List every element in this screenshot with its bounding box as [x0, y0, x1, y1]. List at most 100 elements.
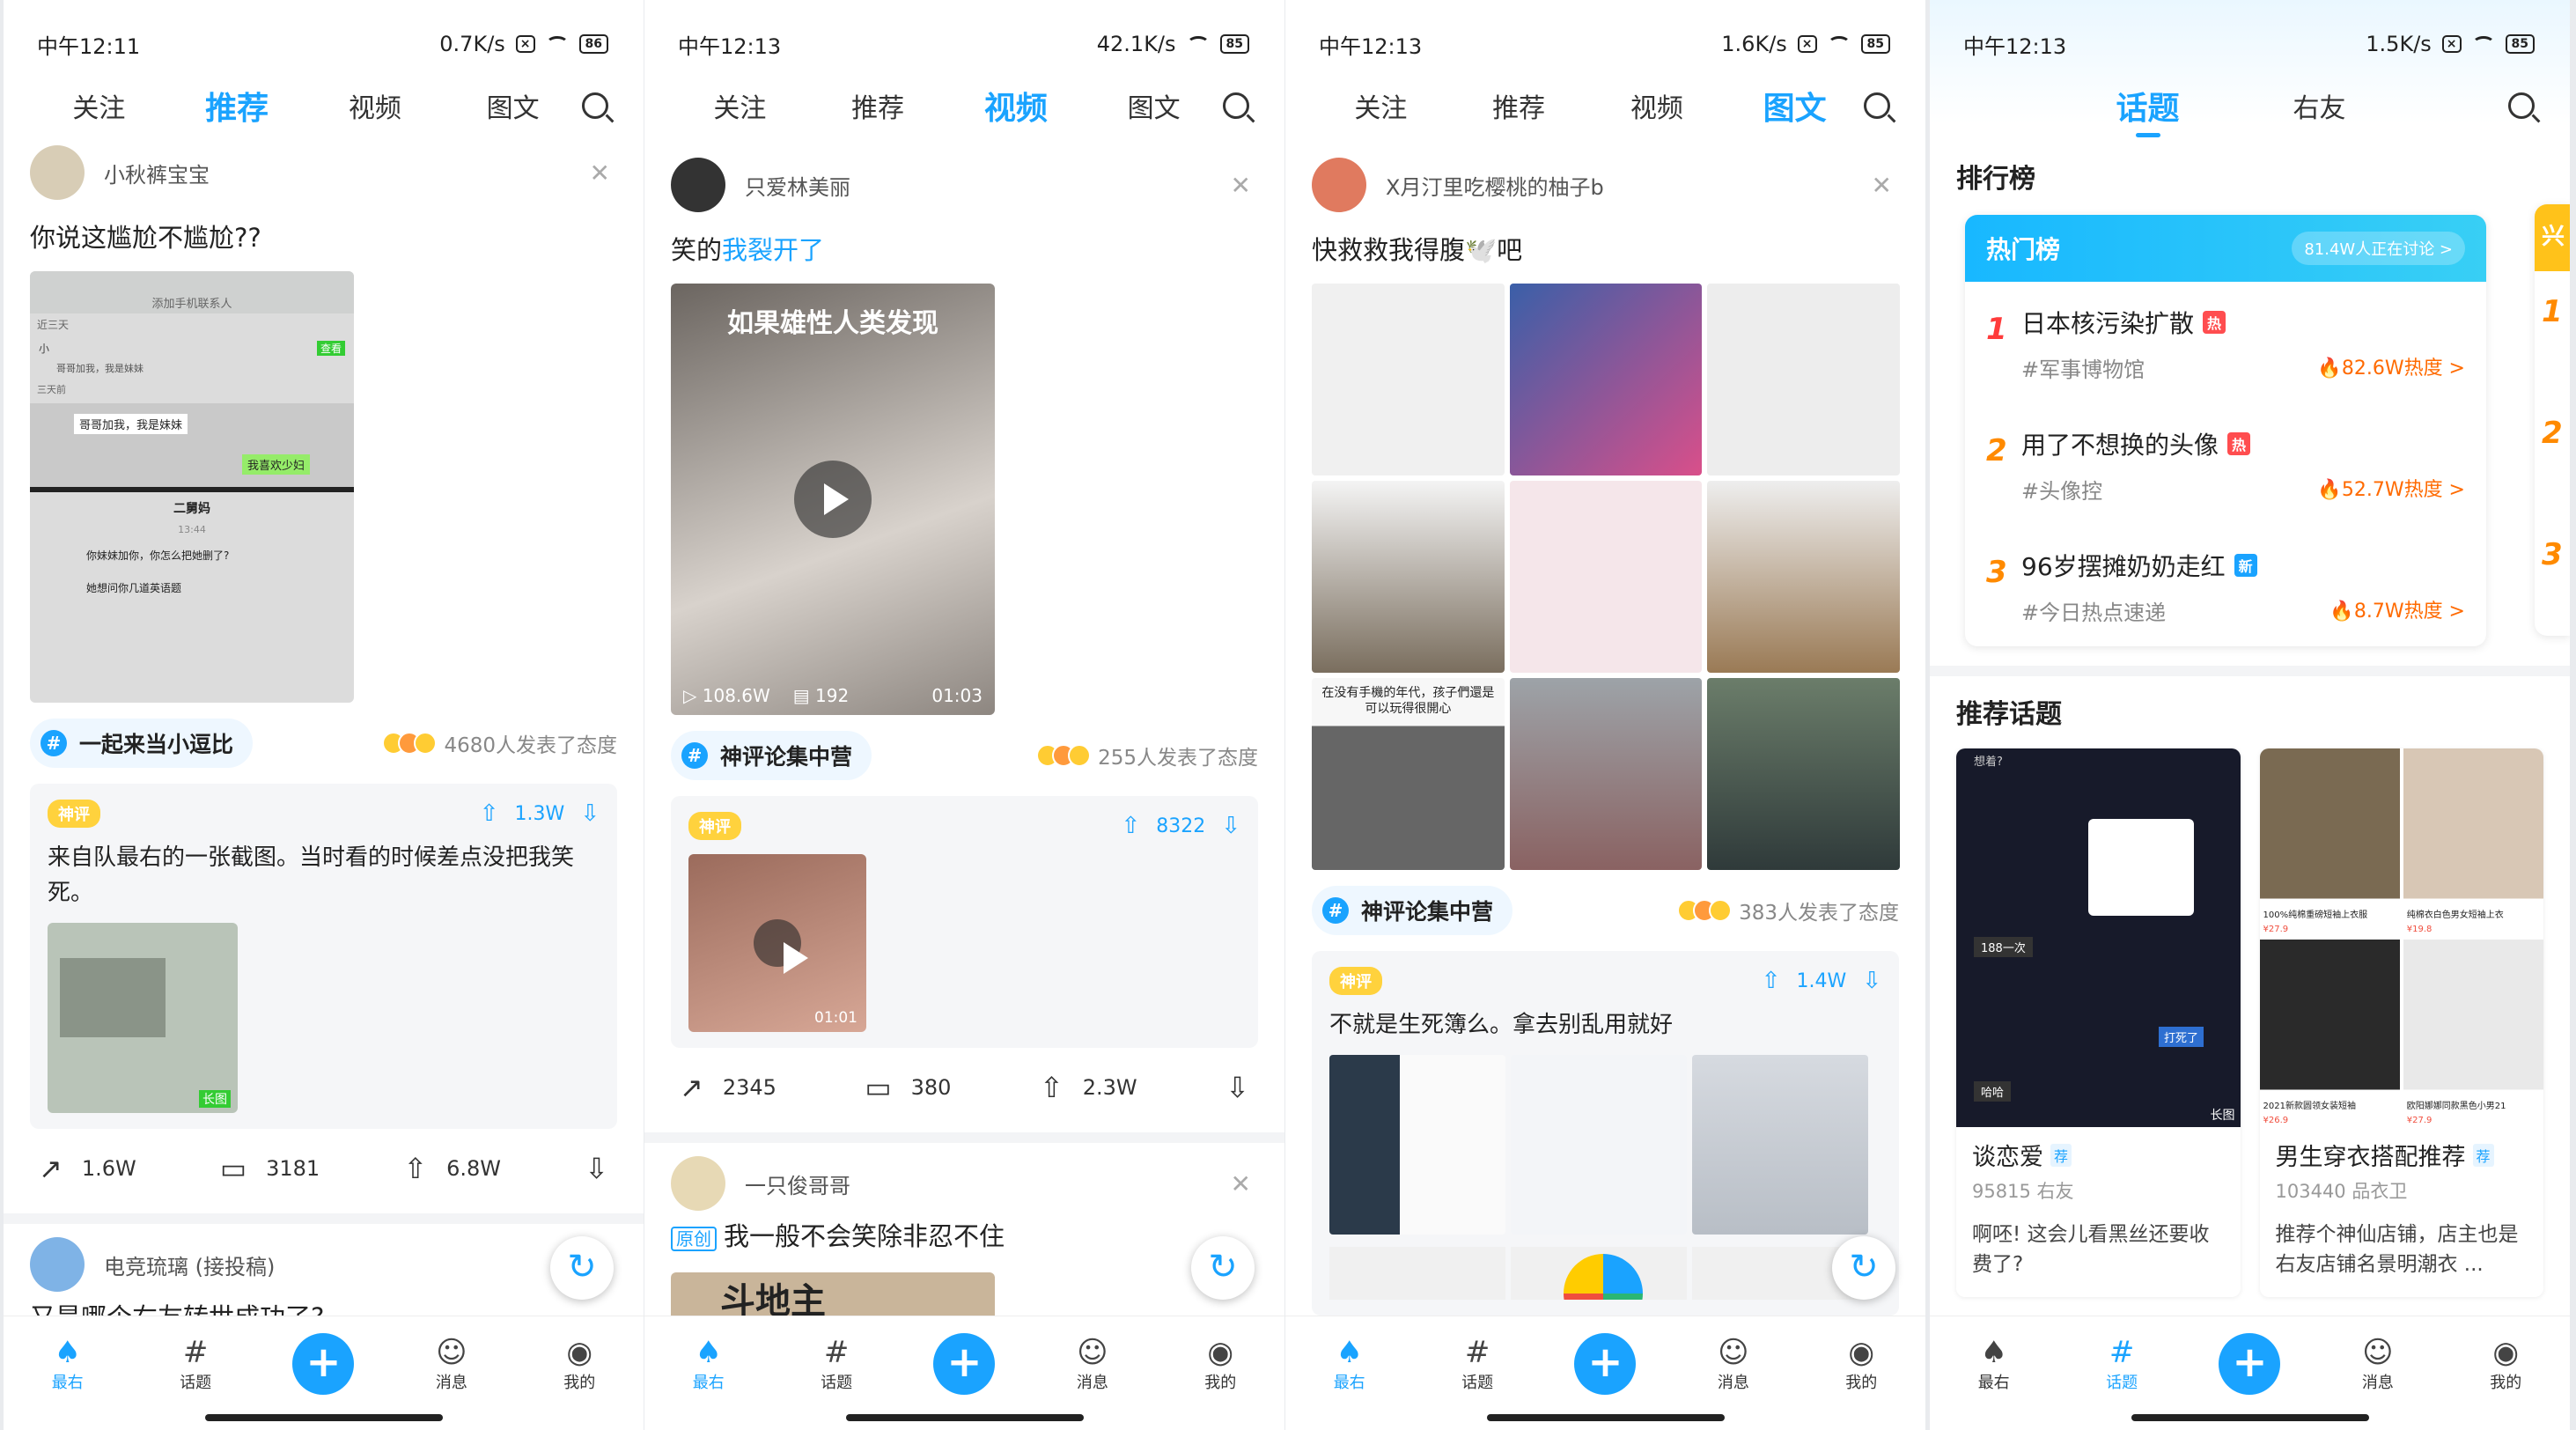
upvote-icon[interactable]: ⇧	[1762, 968, 1781, 994]
nav-create[interactable]: +	[920, 1333, 1008, 1395]
top-comment[interactable]: 神评 ⇧ 1.3W ⇩ 来自队最右的一张截图。当时看的时候差点没把我笑死。 长图	[30, 784, 617, 1129]
search-icon[interactable]	[2508, 92, 2535, 119]
tab-image-text[interactable]: 图文	[1726, 83, 1864, 129]
upvote-icon[interactable]: ⇧	[1121, 813, 1140, 839]
tab-video[interactable]: 视频	[306, 86, 445, 125]
title-highlight[interactable]: 我裂开了	[722, 235, 824, 265]
post-username[interactable]: X月汀里吃樱桃的柚子b	[1386, 170, 1604, 201]
tab-follow[interactable]: 关注	[1312, 86, 1450, 125]
upvote-button[interactable]: ⇧ 2.3W	[1040, 1071, 1137, 1104]
downvote-button[interactable]: ⇩	[585, 1152, 608, 1185]
post-username[interactable]: 一只俊哥哥	[745, 1168, 850, 1199]
grid-image[interactable]: 在没有手機的年代，孩子們還是可以玩得很開心	[1312, 678, 1505, 870]
rank-item[interactable]: 1 日本核污染扩散热 #军事博物馆 🔥82.6W热度 >	[1965, 282, 2486, 403]
top-comment[interactable]: 神评 ⇧ 1.4W ⇩ 不就是生死簿么。拿去别乱用就好	[1312, 951, 1899, 1316]
share-button[interactable]: ↗ 2345	[680, 1071, 776, 1104]
tab-video[interactable]: 视频	[1588, 86, 1726, 125]
nav-topics[interactable]: # 话题	[792, 1335, 880, 1393]
close-icon[interactable]: ✕	[1231, 171, 1251, 200]
avatar[interactable]	[30, 1237, 85, 1292]
nav-home[interactable]: ♠ 最右	[1950, 1335, 2038, 1393]
nav-create[interactable]: +	[2205, 1333, 2293, 1395]
feed-post[interactable]: 只爱林美丽 ✕ 笑的我裂开了 如果雄性人类发现 ▷ 108.6W ▤ 192 0…	[644, 150, 1284, 1143]
reactions[interactable]: 255人发表了态度	[1036, 741, 1258, 770]
topic-tag[interactable]: # 神评论集中营	[671, 731, 872, 780]
nav-profile[interactable]: ◉ 我的	[1176, 1335, 1264, 1393]
nav-profile[interactable]: ◉ 我的	[1817, 1335, 1905, 1393]
feed-post[interactable]: 一只俊哥哥 ✕ 原创 我一般不会笑除非忍不住 斗地主	[644, 1148, 1284, 1316]
feed-post[interactable]: 小秋裤宝宝 ✕ 你说这尴尬不尴尬?? 添加手机联系人 近三天 小 查看 哥哥加我，…	[4, 137, 644, 1224]
close-icon[interactable]: ✕	[590, 158, 610, 188]
nav-messages[interactable]: ☺ 消息	[408, 1335, 496, 1393]
nav-messages[interactable]: ☺ 消息	[1049, 1335, 1137, 1393]
topic-card[interactable]: 想着? 188一次 打死了 哈哈 长图 谈恋爱荐 95815 右友 啊呸! 这会…	[1956, 748, 2241, 1297]
downvote-button[interactable]: ⇩	[1225, 1071, 1249, 1104]
comment-image[interactable]	[1511, 1055, 1687, 1235]
share-button[interactable]: ↗ 1.6W	[39, 1152, 136, 1185]
post-username[interactable]: 小秋裤宝宝	[104, 158, 210, 188]
tab-topics[interactable]: 话题	[2062, 83, 2234, 137]
nav-home[interactable]: ♠ 最右	[1306, 1335, 1394, 1393]
grid-image[interactable]	[1509, 284, 1703, 475]
tab-follow[interactable]: 关注	[30, 86, 168, 125]
topic-tag[interactable]: # 神评论集中营	[1312, 886, 1513, 935]
nav-profile[interactable]: ◉ 我的	[535, 1335, 623, 1393]
grid-image[interactable]	[1509, 481, 1703, 673]
tab-follow[interactable]: 关注	[671, 86, 809, 125]
video-player[interactable]: 如果雄性人类发现 ▷ 108.6W ▤ 192 01:03	[671, 284, 995, 715]
top-comment[interactable]: 神评 ⇧ 8322 ⇩ 01:01	[671, 796, 1258, 1048]
nav-profile[interactable]: ◉ 我的	[2462, 1335, 2550, 1393]
comment-video[interactable]: 01:01	[688, 854, 866, 1032]
post-username[interactable]: 只爱林美丽	[745, 170, 850, 201]
grid-image[interactable]	[1707, 481, 1900, 673]
avatar[interactable]	[671, 1156, 725, 1211]
hot-rank-card[interactable]: 热门榜 81.4W人正在讨论 > 1 日本核污染扩散热 #军事博物馆 🔥82.6W…	[1965, 215, 2486, 646]
grid-image[interactable]	[1312, 284, 1505, 475]
upvote-button[interactable]: ⇧ 6.8W	[403, 1152, 501, 1185]
topic-tag[interactable]: # 一起来当小逗比	[30, 719, 254, 768]
tab-recommend[interactable]: 推荐	[809, 86, 947, 125]
nav-create[interactable]: +	[1561, 1333, 1649, 1395]
comment-button[interactable]: ▭ 3181	[220, 1152, 320, 1185]
tab-recommend[interactable]: 推荐	[168, 83, 306, 129]
play-icon[interactable]	[794, 461, 872, 538]
rank-item[interactable]: 3 96岁摆摊奶奶走红新 #今日热点速递 🔥8.7W热度 >	[1965, 525, 2486, 646]
close-icon[interactable]: ✕	[1872, 171, 1892, 200]
post-image[interactable]: 斗地主	[671, 1272, 995, 1316]
downvote-icon[interactable]: ⇩	[580, 800, 600, 827]
tab-image-text[interactable]: 图文	[444, 86, 582, 125]
avatar[interactable]	[30, 145, 85, 200]
comment-image[interactable]	[1329, 1055, 1505, 1235]
nav-messages[interactable]: ☺ 消息	[1689, 1335, 1777, 1393]
feed-post[interactable]: X月汀里吃樱桃的柚子b ✕ 快救救我得腹🕊️吧 在没有手機的年代，孩子們還是可以…	[1285, 150, 1925, 1316]
downvote-icon[interactable]: ⇩	[1221, 813, 1240, 839]
grid-image[interactable]	[1707, 678, 1900, 870]
grid-image[interactable]	[1312, 481, 1505, 673]
play-icon[interactable]	[754, 919, 808, 974]
reactions[interactable]: 383人发表了态度	[1677, 896, 1899, 925]
avatar[interactable]	[1312, 158, 1366, 212]
search-icon[interactable]	[582, 92, 608, 119]
refresh-button[interactable]: ↻	[550, 1236, 614, 1300]
search-icon[interactable]	[1223, 92, 1249, 119]
comment-image[interactable]	[1692, 1055, 1868, 1235]
grid-image[interactable]	[1707, 284, 1900, 475]
nav-home[interactable]: ♠ 最右	[24, 1335, 112, 1393]
reactions[interactable]: 4680人发表了态度	[382, 728, 617, 758]
avatar[interactable]	[671, 158, 725, 212]
new-rank-card-peek[interactable]: 兴 1 2 3	[2535, 204, 2570, 636]
nav-create[interactable]: +	[279, 1333, 367, 1395]
tab-friends[interactable]: 右友	[2234, 86, 2405, 125]
tab-recommend[interactable]: 推荐	[1450, 86, 1588, 125]
nav-messages[interactable]: ☺ 消息	[2334, 1335, 2422, 1393]
comment-button[interactable]: ▭ 380	[865, 1071, 951, 1104]
upvote-icon[interactable]: ⇧	[480, 800, 499, 827]
search-icon[interactable]	[1864, 92, 1890, 119]
tab-video[interactable]: 视频	[947, 83, 1086, 129]
feed-post[interactable]: 电竞琉璃 (接投稿) ✕ 又是哪个右友转世成功了?	[4, 1229, 644, 1316]
nav-topics[interactable]: # 话题	[151, 1335, 239, 1393]
refresh-button[interactable]: ↻	[1191, 1236, 1255, 1300]
rank-item[interactable]: 2 用了不想换的头像热 #头像控 🔥52.7W热度 >	[1965, 403, 2486, 525]
nav-topics[interactable]: # 话题	[1433, 1335, 1521, 1393]
grid-image[interactable]	[1509, 678, 1703, 870]
